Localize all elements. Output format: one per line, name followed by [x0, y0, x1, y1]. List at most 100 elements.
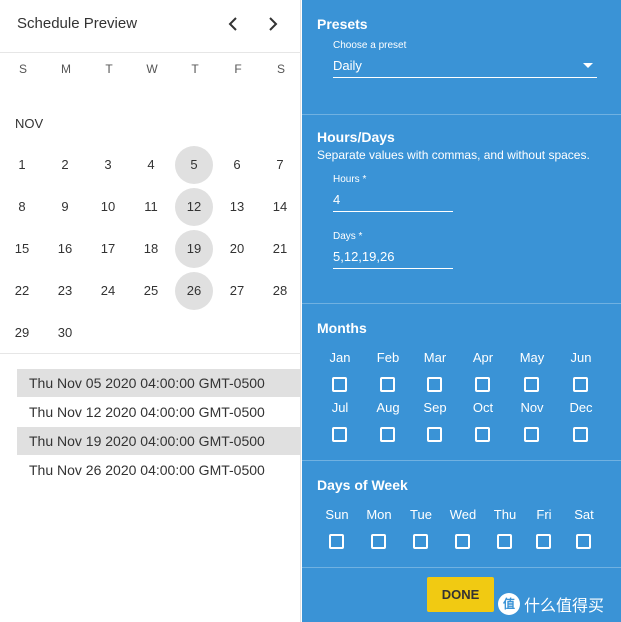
month-label: NOV	[15, 116, 44, 131]
days-of-week-heading: Days of Week	[317, 477, 408, 493]
month-option-label: Sep	[423, 400, 447, 415]
calendar-day[interactable]: 2	[46, 146, 84, 184]
schedule-date-row: Thu Nov 12 2020 04:00:00 GMT-0500	[29, 404, 265, 420]
month-checkbox[interactable]	[475, 377, 490, 392]
calendar-day[interactable]: 1	[3, 146, 41, 184]
calendar-day[interactable]: 6	[218, 146, 256, 184]
calendar-day[interactable]: 4	[132, 146, 170, 184]
month-checkbox[interactable]	[524, 427, 539, 442]
weekday-option-label: Sat	[574, 507, 594, 522]
section-divider	[302, 567, 621, 568]
preset-select[interactable]: Daily	[333, 58, 597, 78]
watermark-logo: 值	[498, 593, 520, 615]
calendar-day[interactable]: 8	[3, 188, 41, 226]
month-checkbox[interactable]	[332, 427, 347, 442]
month-checkbox[interactable]	[427, 377, 442, 392]
prev-month-button[interactable]	[222, 13, 244, 35]
calendar-day[interactable]: 5	[175, 146, 213, 184]
hours-value: 4	[333, 192, 341, 207]
calendar-divider	[0, 353, 301, 354]
weekday-checkbox[interactable]	[497, 534, 512, 549]
weekday-option-label: Tue	[410, 507, 432, 522]
calendar-day[interactable]: 14	[261, 188, 299, 226]
month-option-label: Jul	[331, 400, 349, 415]
month-checkbox[interactable]	[427, 427, 442, 442]
calendar-day[interactable]: 26	[175, 272, 213, 310]
done-button[interactable]: DONE	[427, 577, 494, 612]
preview-title: Schedule Preview	[17, 15, 138, 32]
month-checkbox[interactable]	[573, 427, 588, 442]
weekday-checkbox[interactable]	[576, 534, 591, 549]
schedule-preview-panel: Schedule Preview S M T W T F S NOV 12345…	[0, 0, 301, 622]
weekday-label: S	[276, 62, 285, 76]
weekday-option-label: Sun	[325, 507, 349, 522]
month-checkbox[interactable]	[332, 377, 347, 392]
dropdown-caret-icon	[583, 63, 593, 68]
month-checkbox[interactable]	[380, 427, 395, 442]
calendar-day[interactable]: 10	[89, 188, 127, 226]
month-option-label: Jan	[329, 350, 351, 365]
month-checkbox[interactable]	[475, 427, 490, 442]
weekday-option-label: Wed	[449, 507, 477, 522]
days-field-label: Days *	[333, 231, 363, 242]
weekday-checkbox[interactable]	[329, 534, 344, 549]
watermark-text: 什么值得买	[524, 598, 605, 615]
hours-field-label: Hours *	[333, 174, 367, 185]
calendar-day[interactable]: 18	[132, 230, 170, 268]
calendar-day[interactable]: 7	[261, 146, 299, 184]
presets-heading: Presets	[317, 16, 368, 32]
calendar-day[interactable]: 28	[261, 272, 299, 310]
calendar-day[interactable]: 30	[46, 314, 84, 352]
calendar-day[interactable]: 22	[3, 272, 41, 310]
month-option-label: Oct	[472, 400, 494, 415]
calendar-day[interactable]: 16	[46, 230, 84, 268]
month-checkbox[interactable]	[380, 377, 395, 392]
hours-input[interactable]: 4	[333, 192, 453, 212]
calendar-day[interactable]: 20	[218, 230, 256, 268]
month-checkbox[interactable]	[524, 377, 539, 392]
month-checkbox[interactable]	[573, 377, 588, 392]
calendar-day[interactable]: 15	[3, 230, 41, 268]
days-value: 5,12,19,26	[333, 249, 395, 264]
calendar-day[interactable]: 12	[175, 188, 213, 226]
calendar-day[interactable]: 9	[46, 188, 84, 226]
weekday-option-label: Fri	[536, 507, 552, 522]
weekday-checkbox[interactable]	[413, 534, 428, 549]
calendar-day[interactable]: 11	[132, 188, 170, 226]
month-option-label: Nov	[520, 400, 544, 415]
section-divider	[302, 460, 621, 461]
calendar-day[interactable]: 21	[261, 230, 299, 268]
calendar-day[interactable]: 24	[89, 272, 127, 310]
section-divider	[302, 114, 621, 115]
preset-value: Daily	[333, 58, 362, 73]
hours-days-heading: Hours/Days	[317, 129, 395, 145]
calendar-day[interactable]: 19	[175, 230, 213, 268]
month-option-label: Aug	[376, 400, 400, 415]
weekday-header-row: S M T W T F S	[0, 62, 301, 78]
chevron-right-icon	[269, 17, 278, 31]
weekday-option-label: Mon	[366, 507, 392, 522]
schedule-settings-panel: Presets Choose a preset Daily Hours/Days…	[302, 0, 621, 622]
section-divider	[302, 303, 621, 304]
hours-days-hint: Separate values with commas, and without…	[317, 148, 590, 162]
calendar-day[interactable]: 25	[132, 272, 170, 310]
month-option-label: Feb	[376, 350, 400, 365]
month-option-label: Dec	[569, 400, 593, 415]
weekday-option-label: Thu	[493, 507, 517, 522]
chevron-left-icon	[228, 17, 237, 31]
calendar-day[interactable]: 23	[46, 272, 84, 310]
weekday-checkbox[interactable]	[455, 534, 470, 549]
calendar-day[interactable]: 27	[218, 272, 256, 310]
calendar-day[interactable]: 17	[89, 230, 127, 268]
weekday-label: T	[105, 62, 113, 76]
days-input[interactable]: 5,12,19,26	[333, 249, 453, 269]
calendar-day[interactable]: 3	[89, 146, 127, 184]
weekday-checkbox[interactable]	[536, 534, 551, 549]
weekday-checkbox[interactable]	[371, 534, 386, 549]
calendar-day[interactable]: 13	[218, 188, 256, 226]
schedule-date-row: Thu Nov 26 2020 04:00:00 GMT-0500	[29, 462, 265, 478]
calendar-day[interactable]: 29	[3, 314, 41, 352]
weekday-label: F	[234, 62, 242, 76]
preview-header: Schedule Preview	[0, 0, 301, 53]
next-month-button[interactable]	[262, 13, 284, 35]
